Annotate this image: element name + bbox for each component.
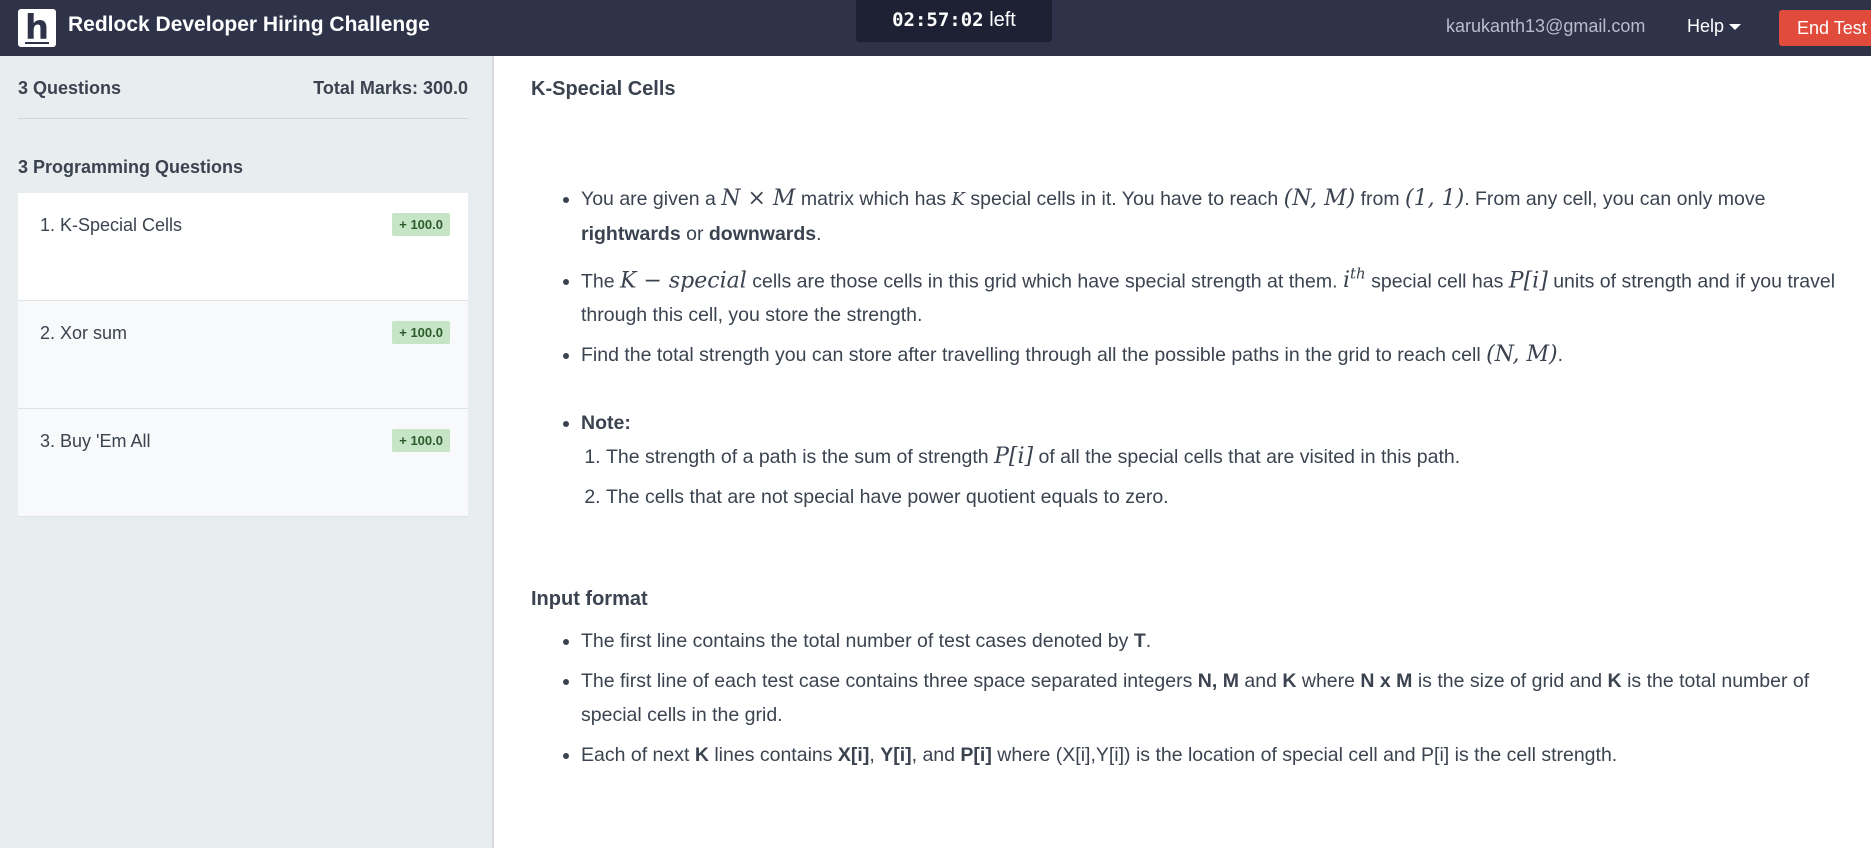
help-label: Help <box>1687 16 1725 36</box>
question-title: 3. Buy 'Em All <box>40 431 151 451</box>
problem-statement: You are given a N × M matrix which has K… <box>531 182 1861 778</box>
question-title: 2. Xor sum <box>40 323 128 343</box>
question-count: 3 Questions <box>18 78 122 98</box>
user-email: karukanth13@gmail.com <box>1446 16 1646 36</box>
question-item-3[interactable]: 3. Buy 'Em All + 100.0 <box>18 409 468 517</box>
input-format-list: The first line contains the total number… <box>531 624 1861 772</box>
statement-list: You are given a N × M matrix which has K… <box>531 182 1861 372</box>
app-title: Redlock Developer Hiring Challenge <box>68 13 430 36</box>
marks-badge: + 100.0 <box>392 213 450 236</box>
question-item-1[interactable]: 1. K-Special Cells + 100.0 <box>18 193 468 301</box>
end-test-button[interactable]: End Test <box>1779 10 1871 46</box>
countdown-timer: 02:57:02 left <box>856 0 1052 42</box>
caret-down-icon <box>1729 24 1742 31</box>
math-expression: ith <box>1342 265 1366 294</box>
input-item: The first line contains the total number… <box>581 624 1861 658</box>
math-expression: (N, M) <box>1486 342 1558 368</box>
logo-underline <box>25 42 49 44</box>
hackerearth-logo[interactable]: h <box>18 9 56 47</box>
statement-item: Find the total strength you can store af… <box>581 338 1861 372</box>
math-expression: (1, 1) <box>1405 186 1465 211</box>
timer-suffix: left <box>989 9 1016 31</box>
question-sidebar: 3 Questions Total Marks: 300.0 3 Program… <box>0 56 494 848</box>
math-expression: K − special <box>620 268 747 294</box>
question-list: 1. K-Special Cells + 100.0 2. Xor sum + … <box>18 193 468 517</box>
math-expression: K <box>951 189 965 210</box>
question-item-2[interactable]: 2. Xor sum + 100.0 <box>18 301 468 409</box>
total-marks: Total Marks: 300.0 <box>313 78 468 98</box>
problem-title: K-Special Cells <box>531 78 676 100</box>
math-expression: P[i] <box>994 444 1034 470</box>
note-points: The strength of a path is the sum of str… <box>581 440 1861 514</box>
input-format-title: Input format <box>531 588 648 611</box>
test-summary: 3 Questions Total Marks: 300.0 <box>18 78 468 119</box>
help-menu-button[interactable]: Help <box>1687 15 1742 37</box>
statement-item: You are given a N × M matrix which has K… <box>581 182 1861 251</box>
question-title: 1. K-Special Cells <box>40 215 183 235</box>
top-bar: h Redlock Developer Hiring Challenge 02:… <box>0 0 1871 56</box>
math-expression: (N, M) <box>1283 186 1356 211</box>
timer-value: 02:57:02 <box>892 9 984 31</box>
note-list: Note: The strength of a path is the sum … <box>531 406 1861 514</box>
note-point: The cells that are not special have powe… <box>606 480 1861 514</box>
input-item: Each of next K lines contains X[i], Y[i]… <box>581 738 1861 772</box>
math-expression: P[i] <box>1508 268 1548 294</box>
input-item: The first line of each test case contain… <box>581 664 1861 732</box>
marks-badge: + 100.0 <box>392 321 450 344</box>
section-title: 3 Programming Questions <box>18 157 244 177</box>
statement-item: The K − special cells are those cells in… <box>581 257 1861 332</box>
note-point: The strength of a path is the sum of str… <box>606 440 1861 474</box>
marks-badge: + 100.0 <box>392 429 450 452</box>
problem-panel: K-Special Cells You are given a N × M ma… <box>494 56 1871 848</box>
math-expression: N × M <box>721 186 796 211</box>
note-item: Note: The strength of a path is the sum … <box>581 406 1861 514</box>
note-label: Note: <box>581 412 631 435</box>
